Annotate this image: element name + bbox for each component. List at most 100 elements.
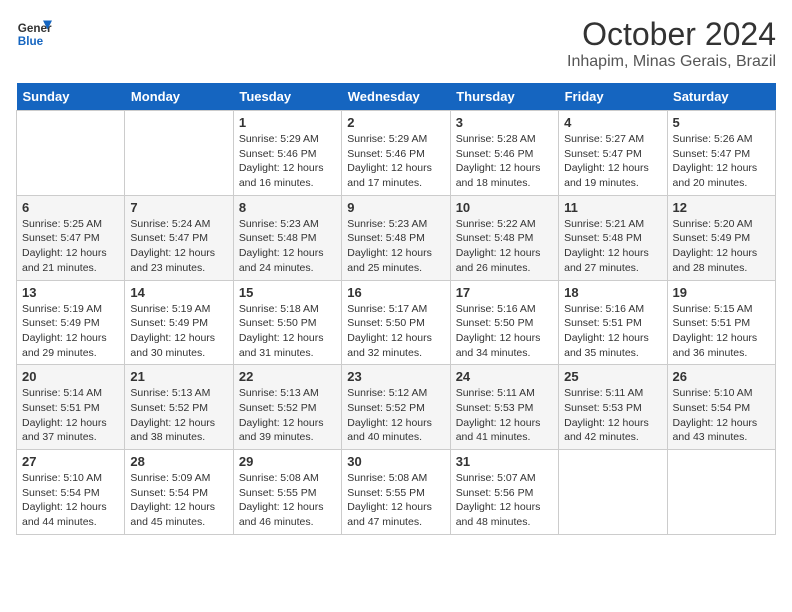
- day-info: Sunrise: 5:10 AMSunset: 5:54 PMDaylight:…: [673, 386, 770, 445]
- day-number: 25: [564, 369, 661, 384]
- day-number: 19: [673, 285, 770, 300]
- month-title: October 2024: [567, 16, 776, 53]
- location-title: Inhapim, Minas Gerais, Brazil: [567, 53, 776, 71]
- col-header-saturday: Saturday: [667, 83, 775, 111]
- calendar-cell: 7Sunrise: 5:24 AMSunset: 5:47 PMDaylight…: [125, 195, 233, 280]
- day-number: 17: [456, 285, 553, 300]
- day-info: Sunrise: 5:18 AMSunset: 5:50 PMDaylight:…: [239, 302, 336, 361]
- calendar-cell: 14 Sunrise: 5:19 AMSunset: 5:49 PMDayligh…: [125, 280, 233, 365]
- calendar-cell: 15Sunrise: 5:18 AMSunset: 5:50 PMDayligh…: [233, 280, 341, 365]
- col-header-thursday: Thursday: [450, 83, 558, 111]
- day-number: 16: [347, 285, 444, 300]
- calendar-cell: 3 Sunrise: 5:28 AMSunset: 5:46 PMDaylight…: [450, 111, 558, 196]
- day-number: 28: [130, 454, 227, 469]
- col-header-friday: Friday: [559, 83, 667, 111]
- day-info: Sunrise: 5:26 AMSunset: 5:47 PMDaylight:…: [673, 132, 770, 191]
- day-info: Sunrise: 5:19 AMSunset: 5:49 PMDaylight:…: [130, 302, 227, 361]
- calendar-cell: 12Sunrise: 5:20 AMSunset: 5:49 PMDayligh…: [667, 195, 775, 280]
- calendar-week-row: 1 Sunrise: 5:29 AMSunset: 5:46 PMDaylight…: [17, 111, 776, 196]
- calendar-cell: 24Sunrise: 5:11 AMSunset: 5:53 PMDayligh…: [450, 365, 558, 450]
- day-number: 8: [239, 200, 336, 215]
- calendar-week-row: 6 Sunrise: 5:25 AMSunset: 5:47 PMDaylight…: [17, 195, 776, 280]
- calendar-cell: 27 Sunrise: 5:10 AMSunset: 5:54 PMDayligh…: [17, 450, 125, 535]
- calendar-cell: 10 Sunrise: 5:22 AMSunset: 5:48 PMDayligh…: [450, 195, 558, 280]
- calendar-cell: 11 Sunrise: 5:21 AMSunset: 5:48 PMDayligh…: [559, 195, 667, 280]
- day-info: Sunrise: 5:29 AMSunset: 5:46 PMDaylight:…: [239, 132, 336, 191]
- calendar-cell: 8 Sunrise: 5:23 AMSunset: 5:48 PMDaylight…: [233, 195, 341, 280]
- day-number: 27: [22, 454, 119, 469]
- calendar-cell: 16Sunrise: 5:17 AMSunset: 5:50 PMDayligh…: [342, 280, 450, 365]
- day-info: Sunrise: 5:12 AMSunset: 5:52 PMDaylight:…: [347, 386, 444, 445]
- col-header-monday: Monday: [125, 83, 233, 111]
- calendar-cell: 31 Sunrise: 5:07 AMSunset: 5:56 PMDayligh…: [450, 450, 558, 535]
- calendar-cell: 9Sunrise: 5:23 AMSunset: 5:48 PMDaylight…: [342, 195, 450, 280]
- calendar-cell: 21Sunrise: 5:13 AMSunset: 5:52 PMDayligh…: [125, 365, 233, 450]
- day-info: Sunrise: 5:21 AMSunset: 5:48 PMDaylight:…: [564, 217, 661, 276]
- calendar-cell: 20 Sunrise: 5:14 AMSunset: 5:51 PMDayligh…: [17, 365, 125, 450]
- calendar-cell: 26 Sunrise: 5:10 AMSunset: 5:54 PMDayligh…: [667, 365, 775, 450]
- calendar-cell: 28 Sunrise: 5:09 AMSunset: 5:54 PMDayligh…: [125, 450, 233, 535]
- day-number: 3: [456, 115, 553, 130]
- calendar-cell: 6 Sunrise: 5:25 AMSunset: 5:47 PMDaylight…: [17, 195, 125, 280]
- day-number: 26: [673, 369, 770, 384]
- day-info: Sunrise: 5:09 AMSunset: 5:54 PMDaylight:…: [130, 471, 227, 530]
- day-info: Sunrise: 5:16 AMSunset: 5:50 PMDaylight:…: [456, 302, 553, 361]
- col-header-wednesday: Wednesday: [342, 83, 450, 111]
- day-info: Sunrise: 5:24 AMSunset: 5:47 PMDaylight:…: [130, 217, 227, 276]
- logo-icon: General Blue: [16, 16, 52, 52]
- day-info: Sunrise: 5:28 AMSunset: 5:46 PMDaylight:…: [456, 132, 553, 191]
- title-block: October 2024 Inhapim, Minas Gerais, Braz…: [567, 16, 776, 71]
- day-number: 30: [347, 454, 444, 469]
- day-info: Sunrise: 5:07 AMSunset: 5:56 PMDaylight:…: [456, 471, 553, 530]
- day-info: Sunrise: 5:19 AMSunset: 5:49 PMDaylight:…: [22, 302, 119, 361]
- day-number: 31: [456, 454, 553, 469]
- logo: General Blue: [16, 16, 52, 52]
- calendar-cell: [559, 450, 667, 535]
- day-info: Sunrise: 5:16 AMSunset: 5:51 PMDaylight:…: [564, 302, 661, 361]
- calendar-cell: 2Sunrise: 5:29 AMSunset: 5:46 PMDaylight…: [342, 111, 450, 196]
- day-number: 18: [564, 285, 661, 300]
- day-number: 22: [239, 369, 336, 384]
- day-number: 23: [347, 369, 444, 384]
- col-header-sunday: Sunday: [17, 83, 125, 111]
- day-number: 24: [456, 369, 553, 384]
- day-number: 13: [22, 285, 119, 300]
- day-number: 4: [564, 115, 661, 130]
- calendar-cell: [17, 111, 125, 196]
- calendar-cell: 23 Sunrise: 5:12 AMSunset: 5:52 PMDayligh…: [342, 365, 450, 450]
- day-info: Sunrise: 5:08 AMSunset: 5:55 PMDaylight:…: [239, 471, 336, 530]
- calendar-cell: 22 Sunrise: 5:13 AMSunset: 5:52 PMDayligh…: [233, 365, 341, 450]
- day-number: 10: [456, 200, 553, 215]
- calendar-cell: [125, 111, 233, 196]
- calendar-cell: 30Sunrise: 5:08 AMSunset: 5:55 PMDayligh…: [342, 450, 450, 535]
- day-info: Sunrise: 5:29 AMSunset: 5:46 PMDaylight:…: [347, 132, 444, 191]
- calendar-cell: 13 Sunrise: 5:19 AMSunset: 5:49 PMDayligh…: [17, 280, 125, 365]
- day-number: 12: [673, 200, 770, 215]
- day-info: Sunrise: 5:25 AMSunset: 5:47 PMDaylight:…: [22, 217, 119, 276]
- day-number: 1: [239, 115, 336, 130]
- svg-text:Blue: Blue: [18, 35, 44, 48]
- day-info: Sunrise: 5:14 AMSunset: 5:51 PMDaylight:…: [22, 386, 119, 445]
- calendar-cell: 17 Sunrise: 5:16 AMSunset: 5:50 PMDayligh…: [450, 280, 558, 365]
- calendar-table: SundayMondayTuesdayWednesdayThursdayFrid…: [16, 83, 776, 535]
- day-number: 11: [564, 200, 661, 215]
- day-number: 20: [22, 369, 119, 384]
- day-info: Sunrise: 5:10 AMSunset: 5:54 PMDaylight:…: [22, 471, 119, 530]
- day-info: Sunrise: 5:15 AMSunset: 5:51 PMDaylight:…: [673, 302, 770, 361]
- calendar-week-row: 13 Sunrise: 5:19 AMSunset: 5:49 PMDayligh…: [17, 280, 776, 365]
- calendar-cell: 19 Sunrise: 5:15 AMSunset: 5:51 PMDayligh…: [667, 280, 775, 365]
- day-number: 6: [22, 200, 119, 215]
- day-number: 29: [239, 454, 336, 469]
- calendar-header-row: SundayMondayTuesdayWednesdayThursdayFrid…: [17, 83, 776, 111]
- day-number: 14: [130, 285, 227, 300]
- day-number: 9: [347, 200, 444, 215]
- page-header: General Blue October 2024 Inhapim, Minas…: [16, 16, 776, 71]
- calendar-cell: 4 Sunrise: 5:27 AMSunset: 5:47 PMDaylight…: [559, 111, 667, 196]
- calendar-week-row: 27 Sunrise: 5:10 AMSunset: 5:54 PMDayligh…: [17, 450, 776, 535]
- day-info: Sunrise: 5:23 AMSunset: 5:48 PMDaylight:…: [239, 217, 336, 276]
- day-info: Sunrise: 5:27 AMSunset: 5:47 PMDaylight:…: [564, 132, 661, 191]
- day-info: Sunrise: 5:13 AMSunset: 5:52 PMDaylight:…: [130, 386, 227, 445]
- day-info: Sunrise: 5:13 AMSunset: 5:52 PMDaylight:…: [239, 386, 336, 445]
- day-info: Sunrise: 5:22 AMSunset: 5:48 PMDaylight:…: [456, 217, 553, 276]
- calendar-cell: 29 Sunrise: 5:08 AMSunset: 5:55 PMDayligh…: [233, 450, 341, 535]
